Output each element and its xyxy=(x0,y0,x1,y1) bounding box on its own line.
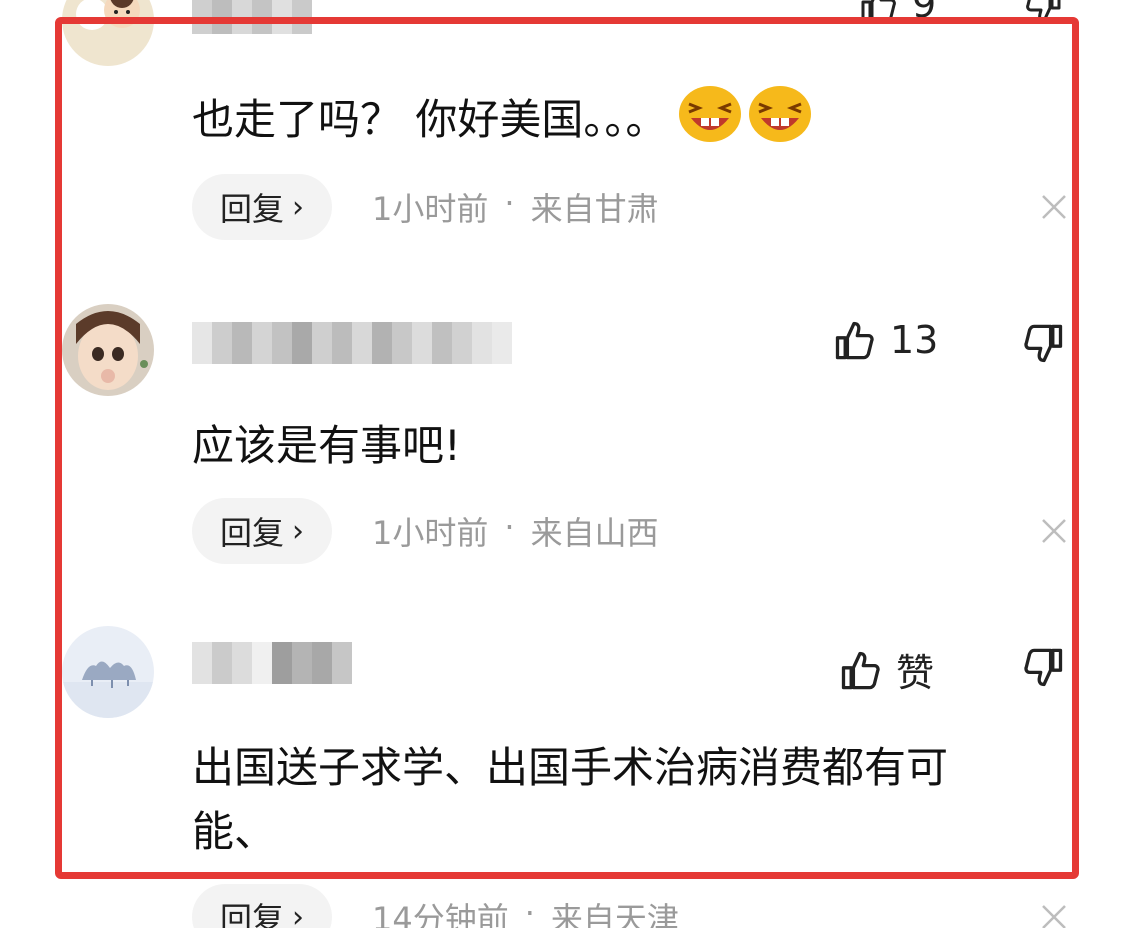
like-group[interactable]: 9 xyxy=(858,0,936,26)
username-blurred[interactable] xyxy=(192,0,312,34)
avatar[interactable] xyxy=(62,0,154,66)
comment-time: 1小时前 xyxy=(372,190,489,228)
comment-text-content: 也走了吗？ 你好美国。。。 xyxy=(192,95,668,144)
thumbs-up-icon[interactable] xyxy=(858,0,898,24)
comment-time: 14分钟前 xyxy=(372,900,509,928)
comment-text: 也走了吗？ 你好美国。。。 xyxy=(192,84,813,162)
like-group[interactable]: 赞 xyxy=(838,642,934,697)
reply-label: 回复 xyxy=(220,514,285,552)
comment-meta: 14分钟前 · 来自天津 xyxy=(372,894,679,928)
thumbs-up-icon[interactable] xyxy=(832,318,876,362)
like-count: 13 xyxy=(890,318,939,362)
thumbs-down-icon[interactable] xyxy=(1022,646,1066,690)
thumbs-up-icon[interactable] xyxy=(838,648,882,692)
reply-button[interactable]: 回复 › xyxy=(192,884,333,928)
comment-text-line-1: 出国送子求学、出国手术治病消费都有可 xyxy=(192,743,949,792)
like-count: 9 xyxy=(912,0,937,26)
comment-list-screenshot: 9 也走了吗？ 你好美国。。。 回复 › 1小时前 · 来自甘肃 13 应该是有… xyxy=(0,0,1133,928)
thumbs-down-icon[interactable] xyxy=(1022,322,1066,366)
meta-separator: · xyxy=(504,184,515,222)
username-blurred[interactable] xyxy=(192,322,512,364)
comment-time: 1小时前 xyxy=(372,514,489,552)
close-icon[interactable] xyxy=(1039,516,1069,546)
comment-text: 应该是有事吧! xyxy=(192,414,461,478)
meta-separator: · xyxy=(524,894,535,928)
chevron-right-icon: › xyxy=(292,513,305,549)
comment-text: 出国送子求学、出国手术治病消费都有可 能、 xyxy=(192,736,948,864)
comment-location: 来自甘肃 xyxy=(530,190,659,228)
comment-location: 来自山西 xyxy=(530,514,659,552)
avatar[interactable] xyxy=(62,304,154,396)
chevron-right-icon: › xyxy=(292,189,305,225)
laughing-emoji-icon xyxy=(747,84,813,162)
comment-meta: 1小时前 · 来自山西 xyxy=(372,508,659,554)
chevron-right-icon: › xyxy=(292,899,305,928)
reply-label: 回复 xyxy=(220,900,285,928)
close-icon[interactable] xyxy=(1039,902,1069,928)
reply-button[interactable]: 回复 › xyxy=(192,498,333,564)
avatar[interactable] xyxy=(62,626,154,718)
comment-text-line-2: 能、 xyxy=(192,807,277,856)
reply-row: 回复 › 14分钟前 · 来自天津 xyxy=(192,884,679,928)
like-count: 赞 xyxy=(896,651,935,695)
reply-row: 回复 › 1小时前 · 来自山西 xyxy=(192,498,659,564)
reply-row: 回复 › 1小时前 · 来自甘肃 xyxy=(192,174,659,240)
thumbs-down-icon[interactable] xyxy=(1024,0,1064,26)
like-group[interactable]: 13 xyxy=(832,318,938,362)
comment-location: 来自天津 xyxy=(550,900,679,928)
username-blurred[interactable] xyxy=(192,642,352,684)
close-icon[interactable] xyxy=(1039,192,1069,222)
comment-meta: 1小时前 · 来自甘肃 xyxy=(372,184,659,230)
reply-button[interactable]: 回复 › xyxy=(192,174,333,240)
meta-separator: · xyxy=(504,508,515,546)
laughing-emoji-icon xyxy=(677,84,743,162)
reply-label: 回复 xyxy=(220,190,285,228)
comment-text-content: 应该是有事吧! xyxy=(192,421,461,470)
